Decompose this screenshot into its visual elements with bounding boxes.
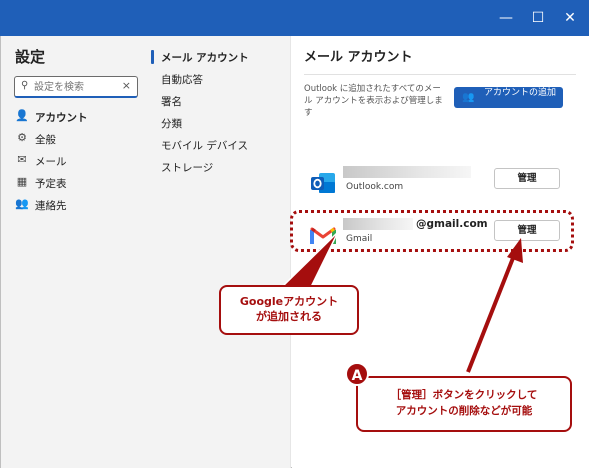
add-person-icon: 👥 xyxy=(462,92,475,103)
subnav-item-storage[interactable]: ストレージ xyxy=(161,160,213,176)
account-subnav: メール アカウント 自動応答 署名 分類 モバイル デバイス ストレージ xyxy=(151,36,291,468)
subnav-item-mobile-devices[interactable]: モバイル デバイス xyxy=(161,138,248,154)
nav-item-general[interactable]: ⚙ 全般 xyxy=(15,130,145,148)
people-icon: 👥 xyxy=(15,197,29,210)
gear-icon: ⚙ xyxy=(17,131,27,144)
account-row-outlook: Outlook.com 管理 xyxy=(304,164,576,204)
clear-search-icon[interactable]: × xyxy=(122,79,131,92)
add-account-button[interactable]: 👥 アカウントの追加 xyxy=(454,87,563,108)
nav-item-label: アカウント xyxy=(35,112,88,124)
maximize-button[interactable]: ☐ xyxy=(528,8,548,28)
manage-button[interactable]: 管理 xyxy=(494,168,560,189)
settings-title: 設定 xyxy=(15,48,46,66)
calendar-icon: ▦ xyxy=(16,175,28,188)
minimize-button[interactable]: — xyxy=(496,8,516,28)
redacted-email xyxy=(343,166,471,178)
nav-item-label: メール xyxy=(35,156,67,168)
callout-google-added: Googleアカウント が追加される xyxy=(219,285,359,335)
settings-nav: 設定 ⚲ × 👤 アカウント ⚙ 全般 ✉ メール ▦ 予定表 👥 連絡先 xyxy=(1,36,151,468)
account-provider: Outlook.com xyxy=(346,182,404,192)
mail-icon: ✉ xyxy=(17,153,27,166)
active-indicator xyxy=(151,50,154,64)
callout-text: アカウントの削除などが可能 xyxy=(395,405,533,417)
callout-text: ［管理］ボタンをクリックして xyxy=(390,389,538,401)
add-account-label: アカウントの追加 xyxy=(483,88,556,98)
nav-item-label: 連絡先 xyxy=(35,200,67,212)
nav-item-account[interactable]: 👤 アカウント xyxy=(15,108,145,126)
nav-item-calendar[interactable]: ▦ 予定表 xyxy=(15,174,145,192)
nav-item-contacts[interactable]: 👥 連絡先 xyxy=(15,196,145,214)
search-input[interactable] xyxy=(34,79,122,95)
subnav-item-mail-accounts[interactable]: メール アカウント xyxy=(161,50,249,66)
search-icon: ⚲ xyxy=(21,80,29,91)
divider xyxy=(304,74,576,75)
subnav-item-categories[interactable]: 分類 xyxy=(161,116,182,132)
outlook-logo-icon xyxy=(311,173,335,193)
page-title: メール アカウント xyxy=(304,50,413,65)
person-icon: 👤 xyxy=(15,109,29,122)
subnav-item-auto-reply[interactable]: 自動応答 xyxy=(161,72,203,88)
description-text: Outlook に追加されたすべてのメール アカウントを表示および管理します xyxy=(304,84,443,118)
callout-text: が追加される xyxy=(256,310,322,323)
nav-item-label: 予定表 xyxy=(35,178,67,190)
close-button[interactable]: ✕ xyxy=(560,8,580,28)
gmail-row-highlight xyxy=(290,210,574,252)
nav-item-mail[interactable]: ✉ メール xyxy=(15,152,145,170)
annotation-badge: A xyxy=(345,362,369,386)
subnav-item-signature[interactable]: 署名 xyxy=(161,94,182,110)
search-box[interactable]: ⚲ × xyxy=(14,76,138,98)
callout-text: Googleアカウント xyxy=(239,295,339,308)
title-bar: — ☐ ✕ xyxy=(0,0,589,36)
nav-item-label: 全般 xyxy=(35,134,56,146)
callout-manage-button: ［管理］ボタンをクリックして アカウントの削除などが可能 xyxy=(356,376,572,432)
